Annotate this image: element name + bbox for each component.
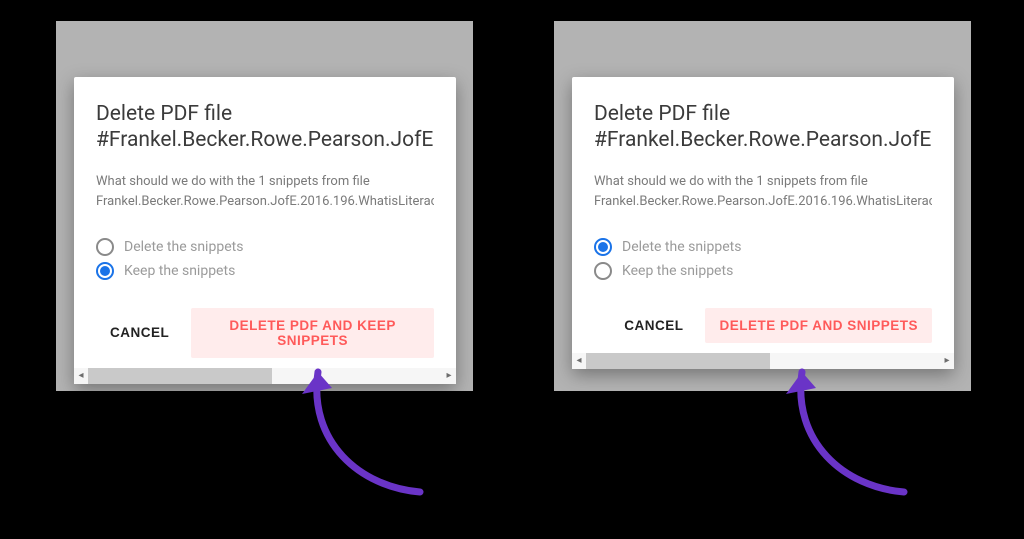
options-group: Delete the snippets Keep the snippets: [594, 238, 932, 280]
dialog-question-line-2: Frankel.Becker.Rowe.Pearson.JofE.2016.19…: [594, 192, 932, 212]
cancel-button[interactable]: CANCEL: [96, 308, 183, 358]
horizontal-scrollbar[interactable]: ◂ ▸: [572, 353, 954, 369]
dialog-title-line-2: #Frankel.Becker.Rowe.Pearson.JofE: [96, 127, 434, 153]
option-delete-snippets[interactable]: Delete the snippets: [594, 238, 932, 256]
option-keep-snippets[interactable]: Keep the snippets: [96, 262, 434, 280]
scroll-left-icon[interactable]: ◂: [74, 368, 88, 384]
delete-pdf-keep-snippets-button[interactable]: DELETE PDF AND KEEP SNIPPETS: [191, 308, 434, 358]
scroll-thumb[interactable]: [586, 353, 770, 369]
dialog-question: What should we do with the 1 snippets fr…: [96, 172, 434, 212]
dialog-title: Delete PDF file #Frankel.Becker.Rowe.Pea…: [594, 101, 932, 154]
horizontal-scrollbar[interactable]: ◂ ▸: [74, 368, 456, 384]
dialog-title-line-1: Delete PDF file: [96, 101, 434, 127]
radio-icon: [96, 238, 114, 256]
dialog-question-line-1: What should we do with the 1 snippets fr…: [594, 172, 932, 192]
scroll-right-icon[interactable]: ▸: [442, 368, 456, 384]
scroll-right-icon[interactable]: ▸: [940, 353, 954, 369]
options-group: Delete the snippets Keep the snippets: [96, 238, 434, 280]
scroll-left-icon[interactable]: ◂: [572, 353, 586, 369]
dialog-question: What should we do with the 1 snippets fr…: [594, 172, 932, 212]
option-label: Keep the snippets: [622, 263, 733, 279]
option-keep-snippets[interactable]: Keep the snippets: [594, 262, 932, 280]
scroll-thumb[interactable]: [88, 368, 272, 384]
radio-icon: [594, 262, 612, 280]
scroll-track[interactable]: [586, 353, 940, 369]
dialog-actions: CANCEL DELETE PDF AND KEEP SNIPPETS: [96, 308, 434, 358]
radio-dot-icon: [598, 242, 608, 252]
dialog-title-line-1: Delete PDF file: [594, 101, 932, 127]
radio-icon: [96, 262, 114, 280]
option-label: Keep the snippets: [124, 263, 235, 279]
delete-pdf-dialog: Delete PDF file #Frankel.Becker.Rowe.Pea…: [74, 77, 456, 384]
dialog-question-line-1: What should we do with the 1 snippets fr…: [96, 172, 434, 192]
backdrop-panel: Delete PDF file #Frankel.Becker.Rowe.Pea…: [56, 21, 473, 391]
option-label: Delete the snippets: [622, 239, 741, 255]
option-delete-snippets[interactable]: Delete the snippets: [96, 238, 434, 256]
scroll-track[interactable]: [88, 368, 442, 384]
option-label: Delete the snippets: [124, 239, 243, 255]
dialog-title: Delete PDF file #Frankel.Becker.Rowe.Pea…: [96, 101, 434, 154]
delete-pdf-and-snippets-button[interactable]: DELETE PDF AND SNIPPETS: [705, 308, 932, 343]
dialog-question-line-2: Frankel.Becker.Rowe.Pearson.JofE.2016.19…: [96, 192, 434, 212]
delete-pdf-dialog: Delete PDF file #Frankel.Becker.Rowe.Pea…: [572, 77, 954, 369]
cancel-button[interactable]: CANCEL: [610, 308, 697, 343]
dialog-actions: CANCEL DELETE PDF AND SNIPPETS: [594, 308, 932, 343]
backdrop-panel: Delete PDF file #Frankel.Becker.Rowe.Pea…: [554, 21, 971, 391]
radio-icon: [594, 238, 612, 256]
dialog-title-line-2: #Frankel.Becker.Rowe.Pearson.JofE: [594, 127, 932, 153]
radio-dot-icon: [100, 266, 110, 276]
